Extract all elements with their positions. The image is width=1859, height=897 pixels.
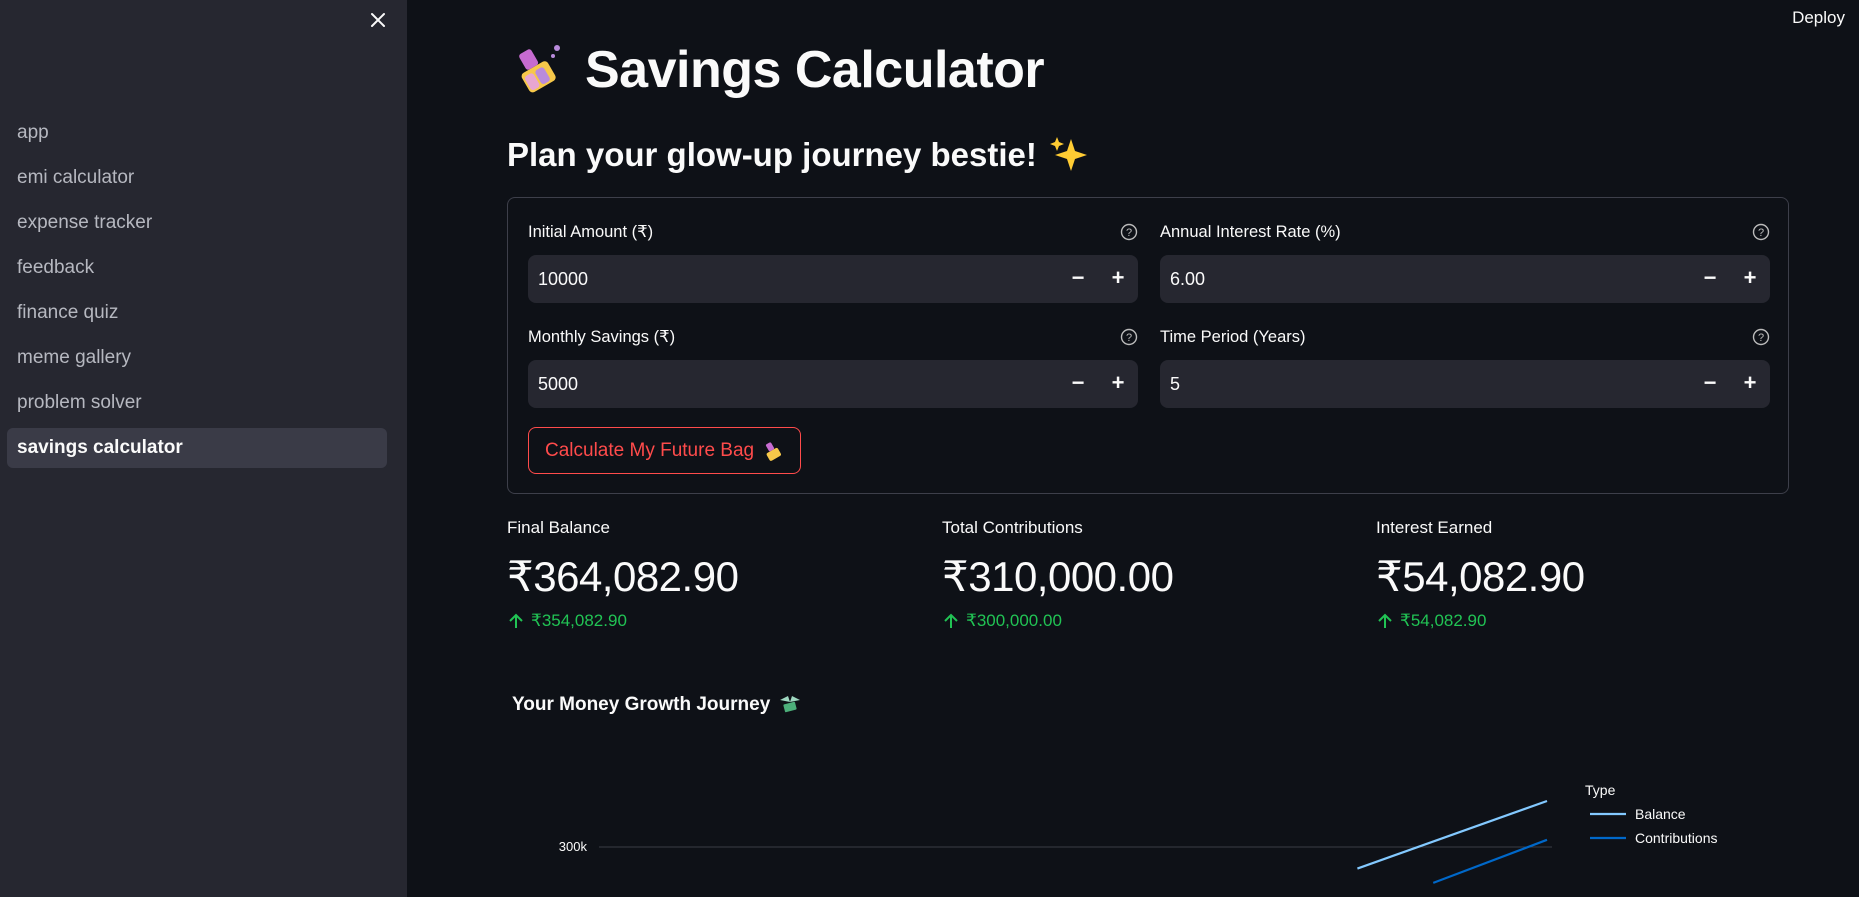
close-sidebar-icon[interactable] (366, 8, 390, 32)
y-tick-label: 300k (559, 839, 588, 854)
growth-chart[interactable]: 300k Type Balance Contributions (507, 760, 1807, 897)
svg-text:?: ? (1126, 332, 1132, 344)
chart-title-text: Your Money Growth Journey (512, 694, 771, 715)
metric-value: ₹54,082.90 (1376, 553, 1585, 600)
metric-label: Final Balance (507, 518, 611, 537)
sidebar-item-emi-calculator[interactable]: emi calculator (7, 158, 387, 198)
decrement-button[interactable]: − (1694, 368, 1726, 400)
arrow-up-icon (944, 613, 958, 628)
sidebar-item-problem-solver[interactable]: problem solver (7, 383, 387, 423)
decrement-button[interactable]: − (1062, 368, 1094, 400)
interest-rate-value: 6.00 (1170, 269, 1206, 289)
monthly-savings-label: Monthly Savings (₹) (528, 328, 676, 346)
subtitle-text: Plan your glow-up journey bestie! (507, 136, 1037, 173)
svg-text:?: ? (1126, 227, 1132, 239)
savings-form: Initial Amount (₹) ? 10000 − + Annual In… (507, 197, 1789, 494)
arrow-up-icon (509, 613, 523, 628)
time-period-input[interactable]: 5 − + (1160, 360, 1770, 408)
metric-final-balance: Final Balance ₹364,082.90 ₹354,082.90 (507, 518, 907, 631)
monthly-savings-input[interactable]: 5000 − + (528, 360, 1138, 408)
metric-delta: ₹54,082.90 (1376, 611, 1776, 631)
initial-amount-input[interactable]: 10000 − + (528, 255, 1138, 303)
metric-total-contributions: Total Contributions ₹310,000.00 ₹300,000… (942, 518, 1342, 631)
metric-value: ₹310,000.00 (942, 553, 1174, 600)
metric-label: Total Contributions (942, 518, 1083, 537)
sidebar-item-savings-calculator[interactable]: savings calculator (7, 428, 387, 468)
page-title: Savings Calculator (585, 41, 1045, 99)
title-row: Savings Calculator (507, 40, 1045, 100)
initial-amount-label: Initial Amount (₹) (528, 223, 654, 241)
time-period-field: Time Period (Years) ? 5 − + (1160, 325, 1770, 408)
calculate-button[interactable]: Calculate My Future Bag (528, 427, 802, 474)
metric-delta-value: ₹300,000.00 (966, 611, 1062, 630)
time-period-label: Time Period (Years) (1160, 328, 1306, 346)
interest-rate-label: Annual Interest Rate (%) (1160, 223, 1341, 241)
increment-button[interactable]: + (1102, 263, 1134, 295)
increment-button[interactable]: + (1102, 368, 1134, 400)
monthly-savings-field: Monthly Savings (₹) ? 5000 − + (528, 325, 1138, 408)
decrement-button[interactable]: − (1062, 263, 1094, 295)
metric-value: ₹364,082.90 (507, 553, 739, 600)
main-content: Savings Calculator Plan your glow-up jou… (407, 0, 1859, 897)
interest-rate-input[interactable]: 6.00 − + (1160, 255, 1770, 303)
sparkles-icon (1049, 137, 1087, 171)
sidebar-item-app[interactable]: app (7, 113, 387, 153)
metric-delta-value: ₹354,082.90 (531, 611, 627, 630)
page-subtitle: Plan your glow-up journey bestie! (507, 135, 1089, 175)
help-icon[interactable]: ? (1120, 223, 1138, 241)
time-period-value: 5 (1170, 374, 1181, 394)
legend-label-balance: Balance (1635, 806, 1686, 822)
nail-polish-icon (766, 441, 782, 461)
metric-delta-value: ₹54,082.90 (1400, 611, 1487, 630)
sidebar-item-finance-quiz[interactable]: finance quiz (7, 293, 387, 333)
interest-rate-field: Annual Interest Rate (%) ? 6.00 − + (1160, 220, 1770, 303)
series-line-balance (1357, 799, 1548, 870)
initial-amount-value: 10000 (538, 269, 589, 289)
legend-title: Type (1585, 782, 1616, 798)
series-line-contributions (1432, 838, 1548, 884)
metric-interest-earned: Interest Earned ₹54,082.90 ₹54,082.90 (1376, 518, 1776, 631)
metric-label: Interest Earned (1376, 518, 1493, 537)
arrow-up-icon (1378, 613, 1392, 628)
sidebar-item-meme-gallery[interactable]: meme gallery (7, 338, 387, 378)
sidebar-item-expense-tracker[interactable]: expense tracker (7, 203, 387, 243)
svg-text:?: ? (1758, 227, 1764, 239)
metric-delta: ₹354,082.90 (507, 611, 907, 631)
increment-button[interactable]: + (1734, 263, 1766, 295)
sidebar-nav: app emi calculator expense tracker feedb… (7, 113, 387, 473)
svg-text:?: ? (1758, 332, 1764, 344)
monthly-savings-value: 5000 (538, 374, 579, 394)
chart-title: Your Money Growth Journey (512, 694, 802, 716)
help-icon[interactable]: ? (1752, 328, 1770, 346)
sidebar: app emi calculator expense tracker feedb… (0, 0, 407, 897)
money-with-wings-icon (780, 696, 801, 713)
decrement-button[interactable]: − (1694, 263, 1726, 295)
nail-polish-icon (519, 45, 560, 93)
metric-delta: ₹300,000.00 (942, 611, 1342, 631)
initial-amount-field: Initial Amount (₹) ? 10000 − + (528, 220, 1138, 303)
legend-label-contributions: Contributions (1635, 830, 1718, 846)
increment-button[interactable]: + (1734, 368, 1766, 400)
help-icon[interactable]: ? (1752, 223, 1770, 241)
help-icon[interactable]: ? (1120, 328, 1138, 346)
calculate-button-label: Calculate My Future Bag (545, 439, 755, 461)
sidebar-item-feedback[interactable]: feedback (7, 248, 387, 288)
